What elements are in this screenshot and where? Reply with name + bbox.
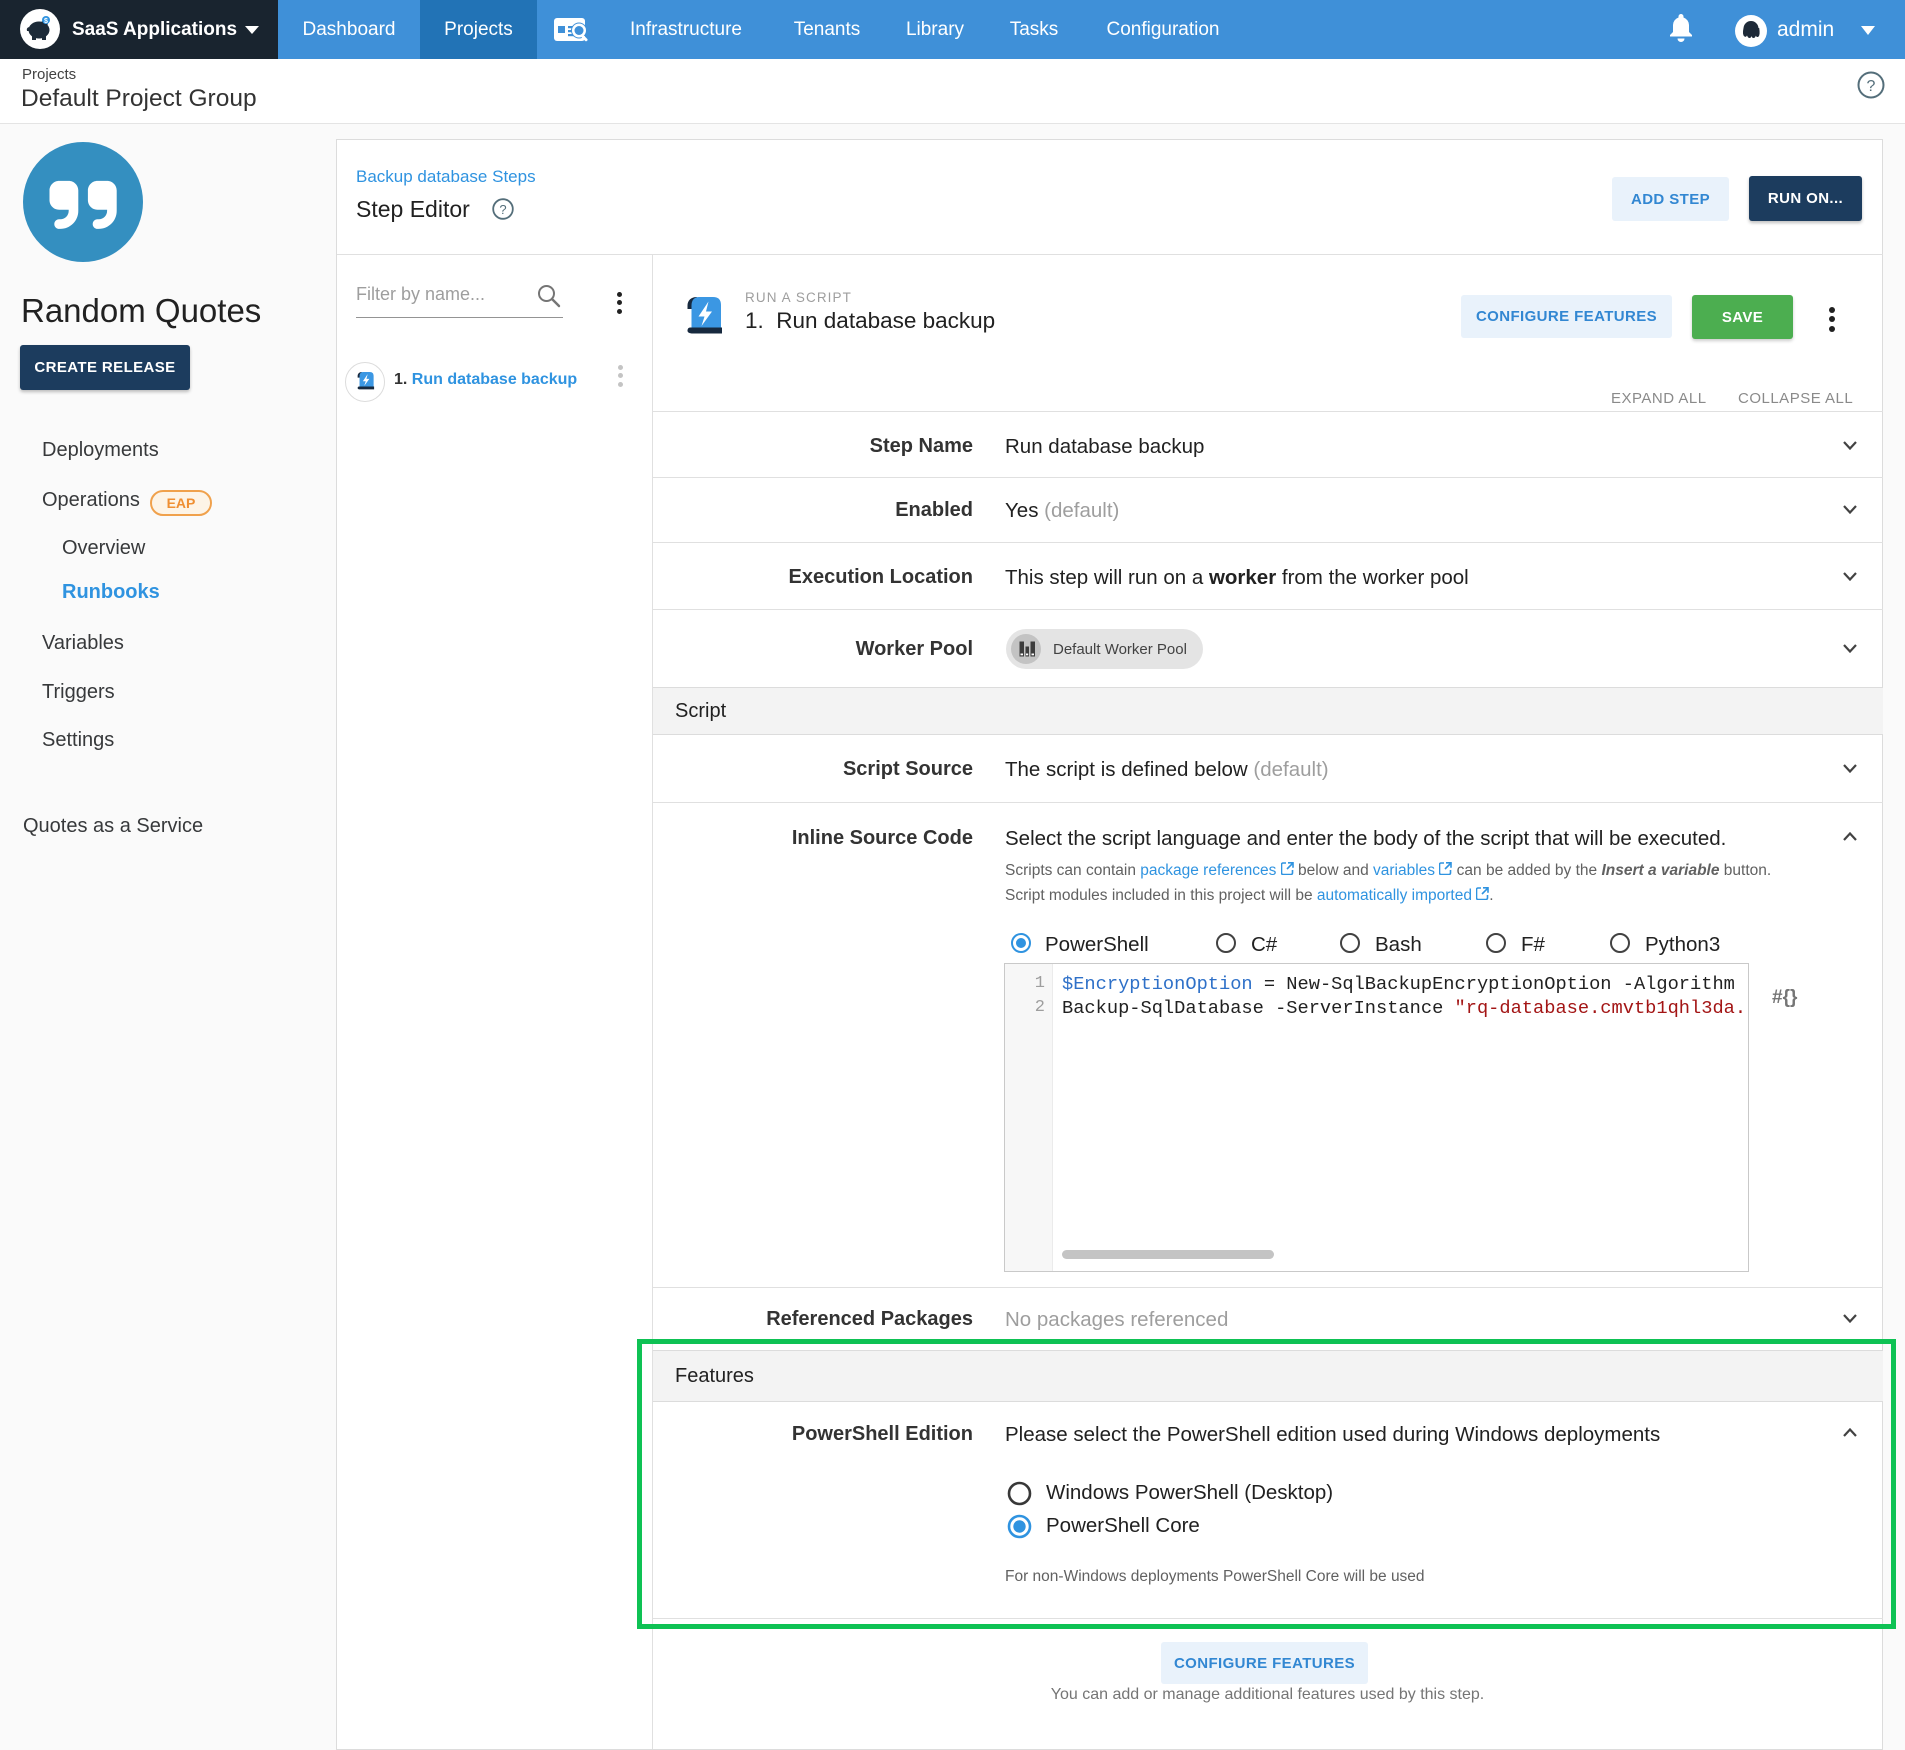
svg-text:$: $ <box>44 18 48 25</box>
svg-text:?: ? <box>1867 78 1876 95</box>
svg-text:?: ? <box>499 202 506 217</box>
